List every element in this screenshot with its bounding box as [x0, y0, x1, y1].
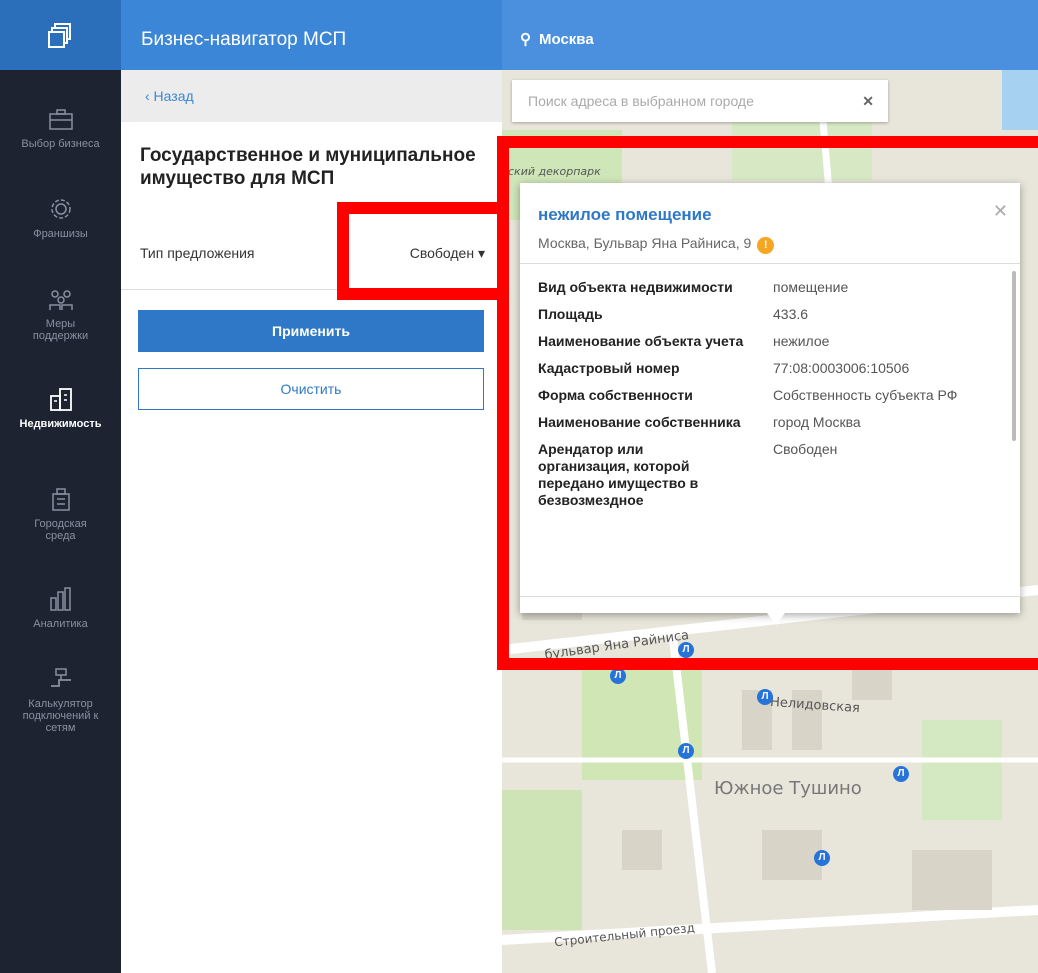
detail-row: Наименование объекта учета нежилое — [538, 333, 1008, 350]
app-title: Бизнес-навигатор МСП — [141, 29, 347, 50]
detail-key: Площадь — [538, 306, 603, 322]
bus-stop-icon[interactable]: Л — [893, 766, 909, 782]
pipe-icon — [50, 668, 71, 687]
sidebar-item-label: Франшизы — [33, 228, 88, 240]
building-icon — [49, 388, 72, 411]
sidebar-item-realty[interactable]: Недвижимость — [0, 386, 121, 430]
filter-panel: ‹ Назад Государственное и муниципальное … — [121, 70, 502, 973]
popup-address: Москва, Бульвар Яна Райниса, 9! — [538, 235, 775, 254]
sidebar-item-franchise[interactable]: Франшизы — [0, 196, 121, 240]
detail-key: Наименование собственника — [538, 414, 741, 430]
bus-stop-icon[interactable]: Л — [610, 668, 626, 684]
sidebar-item-label: Недвижимость — [19, 418, 102, 430]
map-label-district: Южное Тушино — [714, 778, 862, 799]
sidebar-item-support[interactable]: Меры поддержки — [0, 286, 121, 342]
sidebar-item-label: Городская среда — [34, 518, 87, 542]
left-rail: Выбор бизнеса Франшизы Меры поддержки Не… — [0, 0, 121, 973]
franchise-gear-icon — [50, 199, 71, 219]
people-icon — [48, 290, 73, 310]
divider — [520, 263, 1020, 264]
detail-key: Наименование объекта учета — [538, 333, 744, 349]
detail-value: 433.6 — [773, 306, 809, 322]
panel-title: Государственное и муниципальное имуществ… — [140, 145, 476, 189]
detail-row: Форма собственности Собственность субъект… — [538, 387, 1008, 404]
search-placeholder: Поиск адреса в выбранном городе — [528, 93, 754, 109]
detail-value: Свободен — [773, 441, 838, 457]
popup-details[interactable]: Вид объекта недвижимости помещение Площад… — [538, 279, 1008, 593]
offer-type-label: Тип предложения — [140, 245, 255, 261]
clear-search-icon[interactable]: ✕ — [862, 80, 874, 122]
detail-row: Вид объекта недвижимости помещение — [538, 279, 1008, 296]
detail-row: Кадастровый номер 77:08:0003006:10506 — [538, 360, 1008, 377]
detail-value: помещение — [773, 279, 849, 295]
sidebar-item-label: Меры поддержки — [32, 318, 89, 342]
city-name: Москва — [539, 31, 594, 48]
sidebar-item-calculator[interactable]: Калькулятор подключений к сетям — [0, 666, 121, 734]
sidebar-item-analytics[interactable]: Аналитика — [0, 586, 121, 630]
warning-icon: ! — [757, 237, 775, 254]
offer-type-value: Свободен — [409, 245, 475, 261]
bus-stop-icon[interactable]: Л — [678, 743, 694, 759]
divider — [121, 289, 502, 290]
popup-title: нежилое помещение — [538, 205, 712, 224]
sidebar-item-label: Выбор бизнеса — [21, 138, 100, 150]
top-bar: Бизнес-навигатор МСП ⚲ Москва — [121, 0, 1038, 70]
apply-button[interactable]: Применить — [138, 310, 484, 352]
popup-scrollbar[interactable] — [1012, 271, 1016, 441]
map-label-decor: ский декорпарк — [508, 165, 601, 178]
caret-down-icon: ▾ — [477, 245, 485, 261]
detail-value: Собственность субъекта РФ — [773, 387, 958, 403]
bus-stop-icon[interactable]: Л — [757, 689, 773, 705]
detail-key: Форма собственности — [538, 387, 693, 403]
detail-value: 77:08:0003006:10506 — [773, 360, 910, 376]
app-logo-icon[interactable] — [0, 0, 121, 70]
bus-stop-icon[interactable]: Л — [814, 850, 830, 866]
object-popup: нежилое помещение ✕ Москва, Бульвар Яна … — [520, 183, 1020, 625]
location-pin-icon: ⚲ — [520, 31, 531, 48]
detail-row: Арендатор или организация, которой перед… — [538, 441, 1008, 509]
sidebar-item-city[interactable]: Городская среда — [0, 486, 121, 542]
offer-type-row: Тип предложения Свободен ▾ — [140, 245, 485, 261]
popup-address-text: Москва, Бульвар Яна Райниса, 9 — [538, 235, 752, 251]
chart-icon — [49, 587, 71, 611]
detail-key: Арендатор или организация, которой перед… — [538, 441, 699, 508]
sidebar-item-label: Аналитика — [33, 618, 88, 630]
popup-pointer — [767, 613, 785, 625]
detail-row: Наименование собственника город Москва — [538, 414, 1008, 431]
offer-type-select[interactable]: Свободен ▾ — [410, 245, 485, 262]
back-link[interactable]: ‹ Назад — [121, 70, 502, 122]
detail-value: город Москва — [773, 414, 861, 430]
clear-button[interactable]: Очистить — [138, 368, 484, 410]
city-icon — [51, 488, 70, 511]
address-search-input[interactable]: Поиск адреса в выбранном городе ✕ — [512, 80, 888, 122]
detail-value: нежилое — [773, 333, 830, 349]
sidebar-item-label: Калькулятор подключений к сетям — [22, 698, 99, 734]
briefcase-icon — [48, 109, 73, 130]
close-icon[interactable]: ✕ — [993, 201, 1008, 222]
detail-key: Кадастровый номер — [538, 360, 680, 376]
divider — [520, 596, 1020, 597]
city-selector[interactable]: ⚲ Москва — [502, 0, 1038, 70]
detail-key: Вид объекта недвижимости — [538, 279, 733, 295]
sidebar-item-business[interactable]: Выбор бизнеса — [0, 106, 121, 150]
bus-stop-icon[interactable]: Л — [678, 642, 694, 658]
detail-row: Площадь 433.6 — [538, 306, 1008, 323]
